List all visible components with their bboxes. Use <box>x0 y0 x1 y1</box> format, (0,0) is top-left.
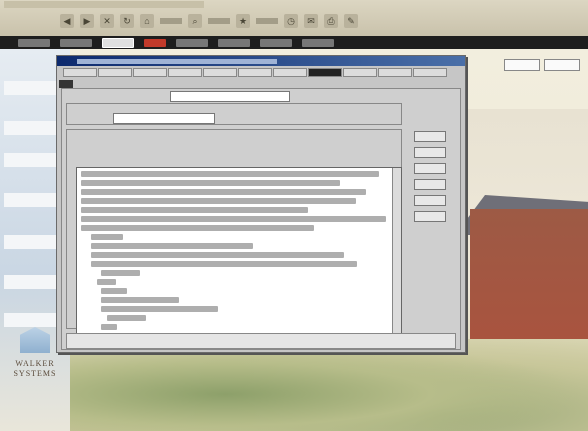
logo-mark-icon <box>20 327 50 353</box>
menu-item[interactable] <box>302 38 334 47</box>
code-line <box>81 198 357 204</box>
toolbar-label[interactable] <box>208 18 230 24</box>
code-line <box>81 225 315 231</box>
dialog-title <box>77 58 277 64</box>
menu-item[interactable] <box>18 38 50 47</box>
code-line <box>101 297 179 303</box>
code-line <box>91 252 344 258</box>
dialog-tab[interactable] <box>133 68 167 77</box>
dialog-tab[interactable] <box>343 68 377 77</box>
code-line <box>81 207 308 213</box>
code-line <box>81 216 386 222</box>
favorites-icon[interactable]: ★ <box>236 14 250 28</box>
back-icon[interactable]: ◀ <box>60 14 74 28</box>
forward-icon[interactable]: ▶ <box>80 14 94 28</box>
dialog-tab-active[interactable] <box>308 68 342 77</box>
code-line <box>91 243 253 249</box>
dialog-body <box>61 88 461 350</box>
search-icon[interactable]: ⌕ <box>188 14 202 28</box>
history-icon[interactable]: ◷ <box>284 14 298 28</box>
dialog-tab[interactable] <box>203 68 237 77</box>
code-editor[interactable] <box>76 167 402 337</box>
home-icon[interactable]: ⌂ <box>140 14 154 28</box>
code-line <box>101 288 127 294</box>
logo-title: WALKER SYSTEMS <box>13 359 57 378</box>
browser-title <box>4 1 204 8</box>
menu-item[interactable] <box>218 38 250 47</box>
code-line <box>101 324 118 330</box>
browser-chrome: ◀ ▶ ✕ ↻ ⌂ ⌕ ★ ◷ ✉ ⎙ ✎ <box>0 0 588 37</box>
menu-item[interactable] <box>60 38 92 47</box>
code-line <box>97 279 117 285</box>
code-line <box>81 171 380 177</box>
code-line <box>81 180 341 186</box>
menu-item-active[interactable] <box>102 37 134 48</box>
code-line <box>81 189 367 195</box>
site-top-right-buttons <box>504 59 580 71</box>
code-line <box>101 270 140 276</box>
code-scrollbar[interactable] <box>392 168 401 336</box>
side-button[interactable] <box>414 147 446 158</box>
side-button[interactable] <box>414 195 446 206</box>
dialog-tab[interactable] <box>378 68 412 77</box>
edit-icon[interactable]: ✎ <box>344 14 358 28</box>
side-button[interactable] <box>414 211 446 222</box>
toolbar-label[interactable] <box>256 18 278 24</box>
dialog-tab[interactable] <box>63 68 97 77</box>
status-group <box>66 333 456 349</box>
configuration-field[interactable] <box>113 113 215 124</box>
side-button[interactable] <box>414 131 446 142</box>
side-panel <box>410 127 450 227</box>
dialog-tab[interactable] <box>273 68 307 77</box>
code-line <box>101 306 218 312</box>
dialog-tab[interactable] <box>98 68 132 77</box>
configuration-group <box>66 103 402 125</box>
side-button[interactable] <box>414 163 446 174</box>
side-button[interactable] <box>414 179 446 190</box>
dialog-tab[interactable] <box>238 68 272 77</box>
menu-item[interactable] <box>176 38 208 47</box>
dialog-tab-strip <box>57 68 465 78</box>
dialog-tab[interactable] <box>168 68 202 77</box>
properties-dialog <box>56 55 466 353</box>
dialog-tab[interactable] <box>413 68 447 77</box>
dialog-title-bar[interactable] <box>57 56 465 66</box>
browser-toolbar: ◀ ▶ ✕ ↻ ⌂ ⌕ ★ ◷ ✉ ⎙ ✎ <box>60 14 358 28</box>
code-line <box>91 234 124 240</box>
site-button[interactable] <box>544 59 580 71</box>
run-button[interactable] <box>59 80 73 88</box>
site-button[interactable] <box>504 59 540 71</box>
toolbar-label[interactable] <box>160 18 182 24</box>
print-icon[interactable]: ⎙ <box>324 14 338 28</box>
stop-icon[interactable]: ✕ <box>100 14 114 28</box>
menu-item-highlighted[interactable] <box>144 38 166 47</box>
name-field[interactable] <box>170 91 290 102</box>
code-line <box>91 261 357 267</box>
mail-icon[interactable]: ✉ <box>304 14 318 28</box>
refresh-icon[interactable]: ↻ <box>120 14 134 28</box>
menu-item[interactable] <box>260 38 292 47</box>
app-menubar <box>0 36 588 49</box>
code-line <box>107 315 146 321</box>
